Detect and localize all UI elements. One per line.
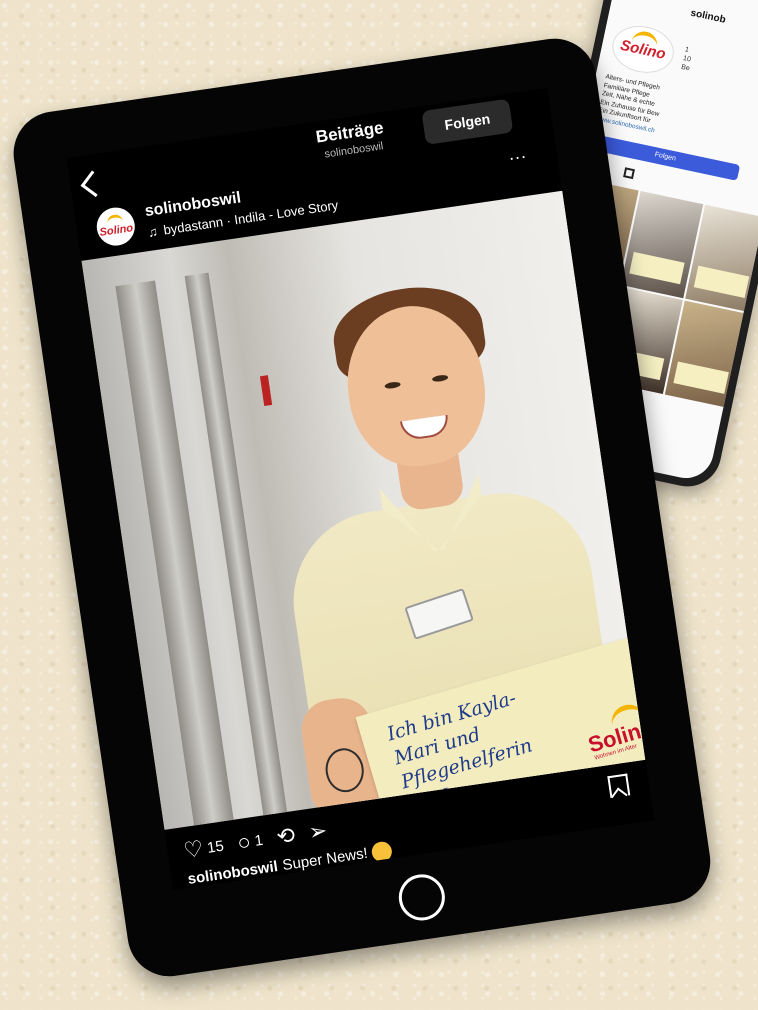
repost-icon[interactable]: ⟲	[275, 822, 297, 850]
tablet-device: Beiträge solinoboswil Folgen ... Solino …	[8, 33, 716, 982]
wall-detail	[259, 375, 273, 407]
profile-logo-text: Solino	[618, 36, 668, 63]
caption-username[interactable]: solinoboswil	[187, 858, 279, 888]
post-image[interactable]: Ich bin Kayla- Mari und Pflegehelferin S…	[81, 190, 646, 830]
bookmark-icon[interactable]	[607, 773, 631, 799]
avatar-logo-text: Solino	[98, 222, 134, 239]
profile-avatar[interactable]: Solino	[607, 20, 679, 79]
like-count: 15	[205, 837, 225, 857]
send-icon[interactable]: ➢	[307, 818, 329, 846]
tablet-screen: Beiträge solinoboswil Folgen ... Solino …	[66, 87, 655, 891]
stat-following: Be	[680, 63, 691, 73]
comment-icon[interactable]: ○	[236, 829, 253, 857]
caption-text: Super News!	[281, 844, 369, 875]
comment-count: 1	[253, 831, 265, 850]
profile-title: solinob	[689, 7, 727, 26]
chevron-left-icon[interactable]	[80, 170, 108, 198]
heart-icon[interactable]: ♡	[182, 836, 205, 865]
profile-stats: 1 10 Be	[680, 45, 694, 73]
home-button[interactable]	[395, 871, 448, 924]
music-note-icon: ♫	[146, 223, 159, 240]
more-options-icon[interactable]: ...	[507, 142, 528, 165]
avatar[interactable]: Solino	[94, 205, 138, 249]
follow-button[interactable]: Folgen	[421, 98, 514, 145]
grid-icon[interactable]	[623, 167, 635, 180]
smiling-face-emoji-icon	[370, 840, 393, 864]
